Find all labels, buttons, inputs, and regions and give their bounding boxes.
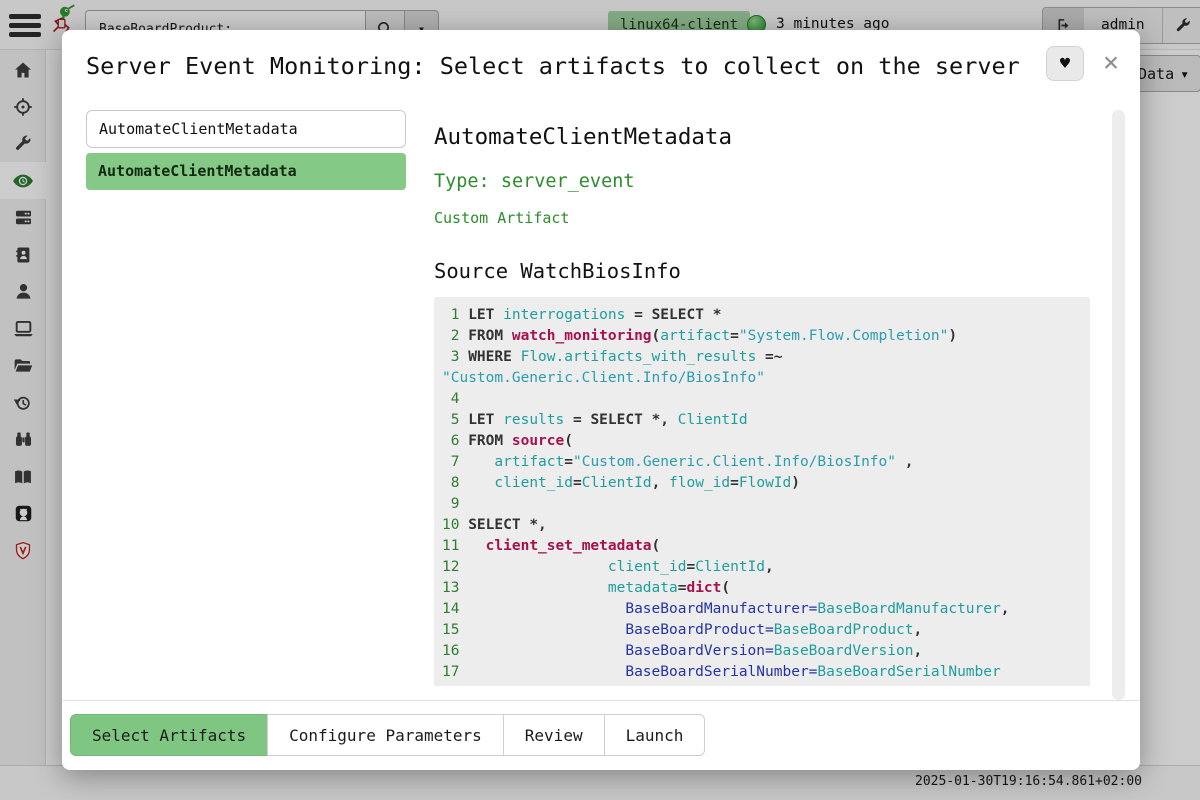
details-scrollbar[interactable] — [1112, 110, 1125, 700]
favorite-button[interactable]: ♥ — [1046, 46, 1084, 81]
server-event-monitoring-modal: Server Event Monitoring: Select artifact… — [62, 30, 1140, 770]
code-line: 11 client_set_metadata( — [442, 536, 1082, 557]
code-line: 1 LET interrogations = SELECT * — [442, 305, 1082, 326]
code-line: 10 SELECT *, — [442, 515, 1082, 536]
code-line: 2 FROM watch_monitoring(artifact="System… — [442, 326, 1082, 347]
artifact-selector-panel: AutomateClientMetadata — [86, 110, 406, 686]
modal-title: Server Event Monitoring: Select artifact… — [86, 49, 1116, 84]
code-line: 12 client_id=ClientId, — [442, 557, 1082, 578]
app-window: ▾ linux64-client 3 minutes ago admin — [0, 0, 1200, 800]
wizard-step-configure-parameters[interactable]: Configure Parameters — [267, 714, 504, 756]
code-line: 3 WHERE Flow.artifacts_with_results =~ "… — [442, 347, 1082, 389]
artifact-name-heading: AutomateClientMetadata — [434, 124, 1092, 150]
vql-code-block: 1 LET interrogations = SELECT * 2 FROM w… — [434, 297, 1090, 686]
code-line: 9 — [442, 494, 1082, 515]
code-line: 5 LET results = SELECT *, ClientId — [442, 410, 1082, 431]
close-icon: × — [1103, 47, 1119, 78]
artifact-list-item[interactable]: AutomateClientMetadata — [86, 153, 406, 190]
heart-icon: ♥ — [1060, 54, 1070, 74]
wizard-steps: Select ArtifactsConfigure ParametersRevi… — [70, 714, 1140, 756]
code-line: 8 client_id=ClientId, flow_id=FlowId) — [442, 473, 1082, 494]
modal-body: AutomateClientMetadata AutomateClientMet… — [62, 96, 1140, 700]
code-line: 14 BaseBoardManufacturer=BaseBoardManufa… — [442, 599, 1082, 620]
source-heading: Source WatchBiosInfo — [434, 259, 1092, 283]
code-line: 13 metadata=dict( — [442, 578, 1082, 599]
code-line: 16 BaseBoardVersion=BaseBoardVersion, — [442, 641, 1082, 662]
artifact-type-line: Type: server_event — [434, 171, 1092, 192]
code-line: 18 ) — [442, 683, 1082, 686]
artifact-list: AutomateClientMetadata — [86, 153, 406, 190]
wizard-step-launch[interactable]: Launch — [604, 714, 706, 756]
code-line: 4 — [442, 389, 1082, 410]
modal-close-button[interactable]: × — [1095, 45, 1127, 80]
code-line: 15 BaseBoardProduct=BaseBoardProduct, — [442, 620, 1082, 641]
modal-footer: Select ArtifactsConfigure ParametersRevi… — [62, 700, 1140, 770]
artifact-search-input[interactable] — [86, 110, 406, 148]
modal-header: Server Event Monitoring: Select artifact… — [62, 30, 1140, 96]
wizard-step-review[interactable]: Review — [503, 714, 605, 756]
code-line: 17 BaseBoardSerialNumber=BaseBoardSerial… — [442, 662, 1082, 683]
code-line: 6 FROM source( — [442, 431, 1082, 452]
code-line: 7 artifact="Custom.Generic.Client.Info/B… — [442, 452, 1082, 473]
artifact-details-panel: AutomateClientMetadata Type: server_even… — [434, 110, 1126, 686]
custom-artifact-label: Custom Artifact — [434, 209, 1092, 227]
wizard-step-select-artifacts[interactable]: Select Artifacts — [70, 714, 268, 756]
